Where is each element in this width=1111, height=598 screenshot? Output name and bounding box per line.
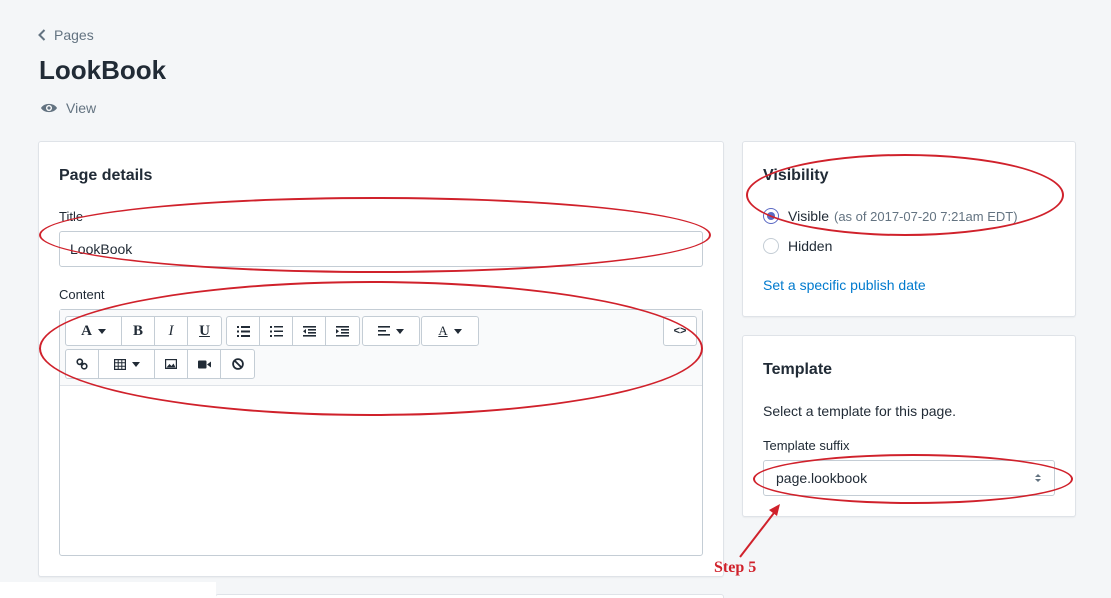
- insert-video-button[interactable]: [188, 350, 221, 378]
- visible-radio[interactable]: [763, 208, 779, 224]
- template-title: Template: [763, 361, 833, 378]
- editor-body[interactable]: [60, 386, 702, 555]
- font-format-icon: A: [81, 322, 92, 339]
- visible-note: (as of 2017-07-20 7:21am EDT): [834, 208, 1018, 224]
- numbered-list-icon: [269, 325, 283, 337]
- template-description: Select a template for this page.: [763, 403, 956, 419]
- bold-icon: B: [132, 322, 143, 339]
- visibility-visible-option[interactable]: Visible (as of 2017-07-20 7:21am EDT): [763, 208, 1018, 224]
- hidden-label: Hidden: [788, 238, 833, 254]
- show-html-button[interactable]: <>: [664, 317, 696, 345]
- template-suffix-value: page.lookbook: [776, 470, 868, 486]
- template-suffix-select[interactable]: page.lookbook: [763, 460, 1055, 496]
- chevron-down-icon: [453, 328, 462, 334]
- view-link[interactable]: View: [40, 100, 96, 116]
- eye-icon: [41, 103, 57, 113]
- italic-icon: I: [168, 322, 174, 339]
- next-card: [215, 594, 724, 598]
- code-icon: <>: [673, 325, 687, 337]
- align-button[interactable]: [363, 317, 419, 345]
- align-left-icon: [378, 326, 390, 336]
- text-color-button[interactable]: A: [422, 317, 478, 345]
- select-arrows-icon: [1035, 474, 1041, 482]
- block-icon: [231, 358, 244, 370]
- breadcrumb[interactable]: Pages: [38, 27, 94, 43]
- visible-label: Visible: [788, 208, 829, 224]
- indent-icon: [336, 325, 349, 337]
- numbered-list-button[interactable]: [260, 317, 293, 345]
- title-label: Title: [59, 209, 84, 224]
- bottom-strip: [0, 582, 216, 598]
- title-input[interactable]: LookBook: [59, 231, 703, 267]
- visibility-hidden-option[interactable]: Hidden: [763, 238, 832, 254]
- clear-formatting-button[interactable]: [221, 350, 254, 378]
- italic-button[interactable]: I: [155, 317, 188, 345]
- underline-icon: U: [199, 322, 210, 339]
- bold-button[interactable]: B: [122, 317, 155, 345]
- font-format-button[interactable]: A: [66, 317, 122, 345]
- link-icon: [76, 358, 88, 370]
- insert-image-button[interactable]: [155, 350, 188, 378]
- text-color-icon: A: [438, 323, 448, 338]
- template-suffix-label: Template suffix: [763, 438, 850, 453]
- hidden-radio[interactable]: [763, 238, 779, 254]
- editor-toolbar: A B I U A <>: [60, 310, 702, 386]
- chevron-down-icon: [131, 361, 140, 367]
- visibility-title: Visibility: [763, 167, 829, 184]
- page-details-card: Page details Title LookBook Content A B …: [38, 141, 724, 577]
- template-card: Template Select a template for this page…: [742, 335, 1076, 517]
- insert-link-button[interactable]: [66, 350, 99, 378]
- step-label: Step 5: [714, 559, 757, 576]
- page-details-title: Page details: [59, 167, 153, 184]
- rich-text-editor: A B I U A <>: [59, 309, 703, 556]
- outdent-button[interactable]: [293, 317, 326, 345]
- indent-button[interactable]: [326, 317, 359, 345]
- step-arrow-icon: [739, 504, 780, 558]
- chevron-left-icon: [38, 29, 46, 41]
- set-publish-date-link[interactable]: Set a specific publish date: [763, 277, 926, 293]
- bullet-list-icon: [236, 325, 250, 337]
- image-icon: [165, 359, 177, 369]
- video-icon: [197, 360, 211, 368]
- underline-button[interactable]: U: [188, 317, 221, 345]
- table-icon: [113, 358, 126, 370]
- chevron-down-icon: [97, 328, 106, 334]
- insert-table-button[interactable]: [99, 350, 155, 378]
- outdent-icon: [302, 325, 316, 337]
- view-label: View: [66, 100, 97, 116]
- visibility-card: Visibility Visible (as of 2017-07-20 7:2…: [742, 141, 1076, 317]
- breadcrumb-label: Pages: [54, 27, 94, 43]
- bullet-list-button[interactable]: [227, 317, 260, 345]
- content-label: Content: [59, 287, 105, 302]
- chevron-down-icon: [396, 328, 404, 334]
- page-title: LookBook: [39, 55, 167, 85]
